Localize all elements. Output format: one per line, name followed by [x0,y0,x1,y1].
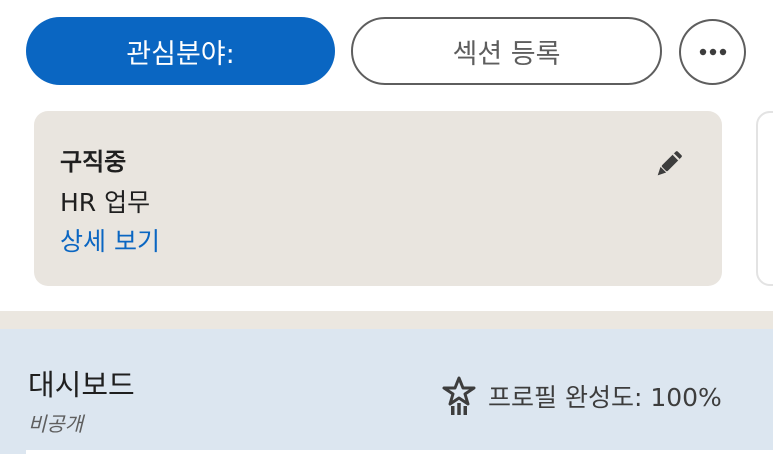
section-divider [0,311,773,329]
dashboard-content-edge [26,450,773,454]
edit-card-button[interactable] [652,147,686,181]
next-card-peek[interactable] [756,111,773,286]
ellipsis-horizontal-icon [699,48,726,56]
dashboard-section: 대시보드 비공개 프로필 완성도: 100% [0,329,773,454]
job-role-text: HR 업무 [60,188,151,217]
open-to-work-card: 구직중 HR 업무 상세 보기 [34,111,722,286]
job-status-title: 구직중 [60,148,127,176]
dashboard-visibility-label: 비공개 [28,412,84,436]
view-details-link[interactable]: 상세 보기 [60,222,160,258]
profile-completion-text: 프로필 완성도: 100% [488,383,722,412]
dashboard-title: 대시보드 [28,368,135,402]
interests-button[interactable]: 관심분야: [26,17,335,85]
pencil-icon [657,151,682,176]
more-options-button[interactable] [679,19,746,85]
profile-completion-indicator[interactable]: 프로필 완성도: 100% [440,376,722,416]
star-medal-icon [442,376,476,415]
add-section-button[interactable]: 섹션 등록 [351,17,662,85]
profile-action-row: 관심분야: 섹션 등록 [0,0,773,104]
